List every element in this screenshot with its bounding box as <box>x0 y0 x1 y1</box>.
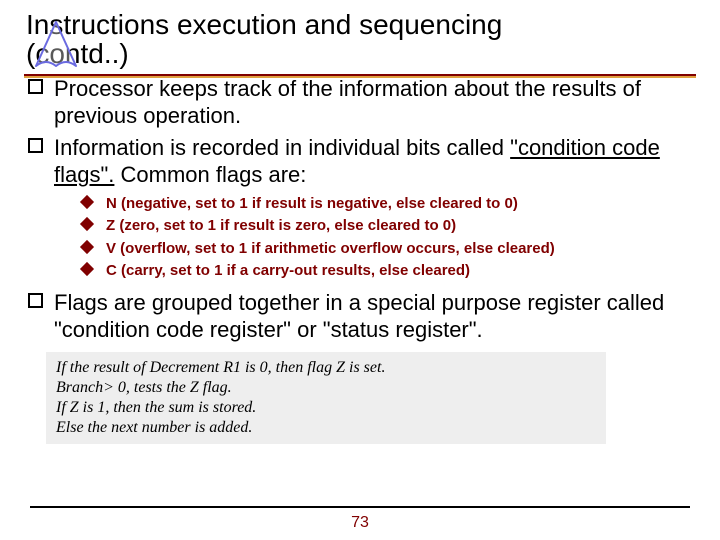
diamond-bullet-icon <box>80 240 94 254</box>
bullet-text: register". <box>395 317 482 342</box>
bullet-item-flags-grouped: Flags are grouped together in a special … <box>26 289 694 344</box>
flag-item-z: Z (zero, set to 1 if result is zero, els… <box>54 215 694 238</box>
bullet-text: Processor keeps track of the information… <box>54 76 546 101</box>
bullet-text: Common flags are: <box>114 162 306 187</box>
flag-item-c: C (carry, set to 1 if a carry-out result… <box>54 260 694 283</box>
diamond-bullet-icon <box>80 195 94 209</box>
note-line: Branch> 0, tests the Z flag. <box>56 378 596 398</box>
title-underline <box>24 74 696 78</box>
square-bullet-icon <box>28 79 43 94</box>
square-bullet-icon <box>28 293 43 308</box>
flag-text: Z (zero, set to 1 if result is zero, els… <box>106 217 456 234</box>
example-note-box: If the result of Decrement R1 is 0, then… <box>46 352 606 444</box>
square-bullet-icon <box>28 138 43 153</box>
title-line-1: Instructions execution and sequencing <box>26 9 502 40</box>
flag-text: V (overflow, set to 1 if arithmetic over… <box>106 240 555 257</box>
bullet-item-processor: Processor keeps track of the information… <box>26 75 694 130</box>
note-line: If the result of Decrement R1 is 0, then… <box>56 358 596 378</box>
bullet-list-level2: N (negative, set to 1 if result is negat… <box>54 193 694 283</box>
bullet-text: Information is recorded in individual bi… <box>54 135 504 160</box>
diamond-bullet-icon <box>80 217 94 231</box>
diamond-bullet-icon <box>80 262 94 276</box>
footer-rule <box>30 506 690 508</box>
bullet-text: Flags are grouped together in a special … <box>54 290 521 315</box>
bullet-list-level1: Processor keeps track of the information… <box>26 75 694 344</box>
title-line-2: (contd..) <box>26 38 129 69</box>
slide-title: Instructions execution and sequencing (c… <box>26 10 694 69</box>
bullet-item-information: Information is recorded in individual bi… <box>26 134 694 283</box>
slide-body: Instructions execution and sequencing (c… <box>0 0 720 444</box>
page-number: 73 <box>0 514 720 532</box>
note-line: If Z is 1, then the sum is stored. <box>56 398 596 418</box>
flag-text: C (carry, set to 1 if a carry-out result… <box>106 262 470 279</box>
flag-text: N (negative, set to 1 if result is negat… <box>106 195 518 212</box>
flag-item-v: V (overflow, set to 1 if arithmetic over… <box>54 238 694 261</box>
note-line: Else the next number is added. <box>56 418 596 438</box>
flag-item-n: N (negative, set to 1 if result is negat… <box>54 193 694 216</box>
